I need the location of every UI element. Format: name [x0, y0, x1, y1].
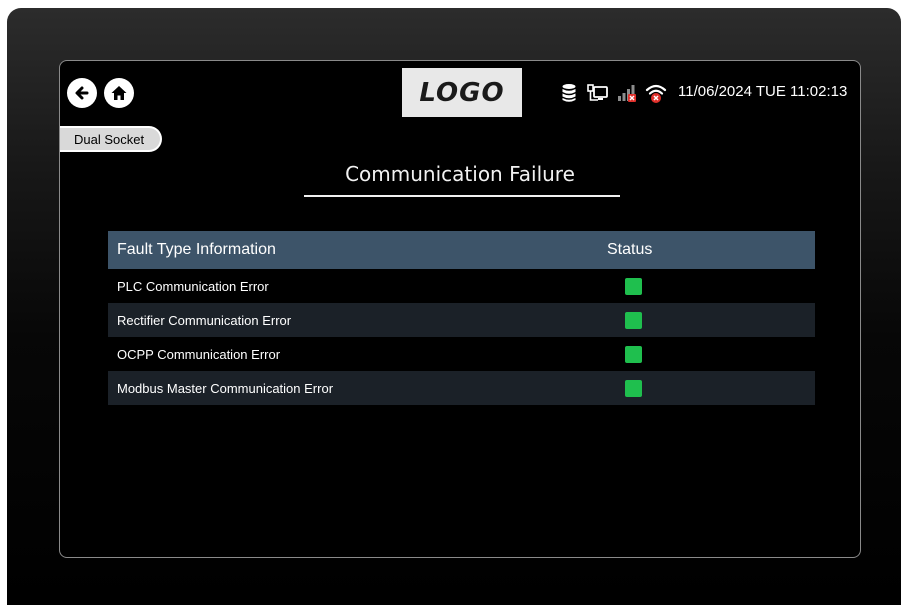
fault-name: PLC Communication Error	[117, 278, 269, 294]
column-header-fault-type: Fault Type Information	[117, 241, 276, 258]
status-ok-indicator	[625, 379, 642, 397]
back-arrow-icon	[75, 86, 89, 100]
table-row: PLC Communication Error	[108, 269, 815, 303]
back-button[interactable]	[67, 78, 97, 108]
fault-table: Fault Type Information Status PLC Commun…	[108, 231, 815, 405]
brand-logo: LOGO	[402, 68, 522, 117]
status-icon-bar	[558, 81, 674, 105]
status-ok-indicator	[625, 311, 642, 329]
status-ok-indicator	[625, 277, 642, 295]
table-row: Modbus Master Communication Error	[108, 371, 815, 405]
fault-name: OCPP Communication Error	[117, 346, 281, 362]
table-row: OCPP Communication Error	[108, 337, 815, 371]
column-header-status: Status	[607, 241, 653, 258]
title-underline	[304, 195, 620, 197]
database-icon	[558, 82, 580, 104]
table-header: Fault Type Information Status	[108, 231, 815, 269]
table-row: Rectifier Communication Error	[108, 303, 815, 337]
date-time-readout: 11/06/2024 TUE 11:02:13	[678, 83, 848, 100]
dual-socket-tab[interactable]: Dual Socket	[60, 126, 163, 152]
status-ok-indicator	[625, 345, 642, 363]
signal-bars-error-icon	[616, 82, 638, 104]
page-title: Communication Failure	[345, 162, 575, 186]
hmi-screen: LOGO 11/06/2024 TUE 11:02:13 Dual Socket…	[59, 60, 861, 558]
home-button[interactable]	[104, 78, 134, 108]
wifi-error-icon	[645, 82, 667, 104]
home-icon	[111, 86, 127, 100]
fault-name: Modbus Master Communication Error	[117, 380, 334, 396]
network-monitor-icon	[587, 82, 609, 104]
fault-name: Rectifier Communication Error	[117, 312, 292, 328]
